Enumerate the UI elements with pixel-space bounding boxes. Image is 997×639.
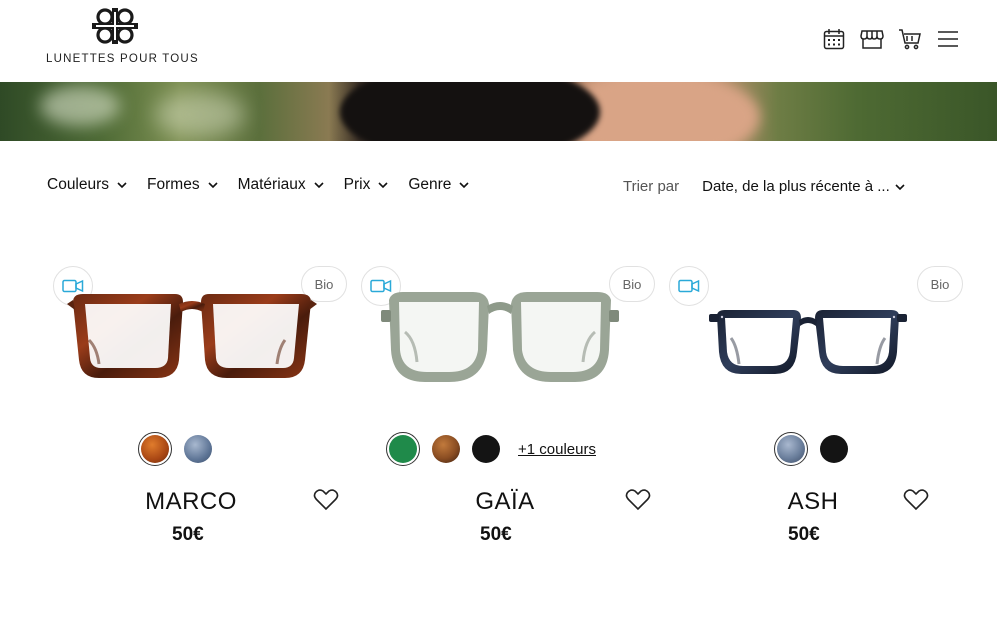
heart-icon[interactable] [313,488,339,512]
product-name[interactable]: GAÏA [355,488,655,516]
color-swatch[interactable] [184,435,212,463]
color-swatch[interactable] [472,435,501,463]
product-card-ash[interactable]: Bio ASH 50€ [663,262,963,562]
menu-icon[interactable] [935,26,961,52]
product-card-marco[interactable]: Bio MARCO 50€ [47,262,347,562]
filter-genre[interactable]: Genre [408,176,470,194]
more-colors-link[interactable]: +1 couleurs [518,441,596,458]
sort-select[interactable]: Date, de la plus récente à ... [702,178,905,195]
filter-label: Couleurs [47,176,110,193]
chevron-down-icon [117,182,127,189]
color-swatch[interactable] [432,435,461,463]
sort-label: Trier par [623,178,680,195]
filter-materiaux[interactable]: Matériaux [238,176,324,194]
product-price: 50€ [480,524,512,545]
logo-text: LUNETTES POUR TOUS [46,53,199,65]
product-image-glasses[interactable] [67,290,317,386]
logo-mark-icon [92,8,138,44]
chevron-down-icon [208,182,218,189]
product-image-glasses[interactable] [375,290,625,386]
color-swatch-selected[interactable] [138,432,172,466]
hero-banner-image [0,82,997,141]
heart-icon[interactable] [625,488,651,512]
chevron-down-icon [459,182,470,189]
header-actions [821,26,961,52]
color-swatch[interactable] [820,435,848,463]
product-price: 50€ [172,524,204,545]
filter-label: Prix [343,176,371,193]
product-card-gaia[interactable]: Bio +1 couleurs GAÏA 50€ [355,262,655,562]
heart-icon[interactable] [903,488,929,512]
color-swatches [661,432,961,466]
filter-prix[interactable]: Prix [344,176,389,194]
color-swatch-selected[interactable] [774,432,808,466]
calendar-icon[interactable] [821,26,847,52]
filter-label: Formes [147,176,200,193]
filter-label: Matériaux [237,176,306,193]
site-header: LUNETTES POUR TOUS [0,0,997,82]
chevron-down-icon [895,183,905,190]
filter-label: Genre [408,176,452,193]
logo[interactable]: LUNETTES POUR TOUS [46,6,198,70]
sort-value: Date, de la plus récente à ... [702,178,890,195]
cart-icon[interactable] [897,26,923,52]
product-price: 50€ [788,524,820,545]
store-icon[interactable] [859,26,885,52]
color-swatch-selected[interactable] [386,432,421,466]
color-swatches [25,432,325,466]
filter-formes[interactable]: Formes [147,176,218,194]
chevron-down-icon [378,182,388,189]
product-name[interactable]: MARCO [41,488,341,516]
filter-couleurs[interactable]: Couleurs [47,176,127,194]
sort-control: Trier par Date, de la plus récente à ... [623,178,905,195]
product-image-glasses[interactable] [683,290,933,386]
color-swatches: +1 couleurs [341,432,641,466]
filter-bar: Couleurs Formes Matériaux Prix Genre [47,176,470,194]
chevron-down-icon [314,182,324,189]
